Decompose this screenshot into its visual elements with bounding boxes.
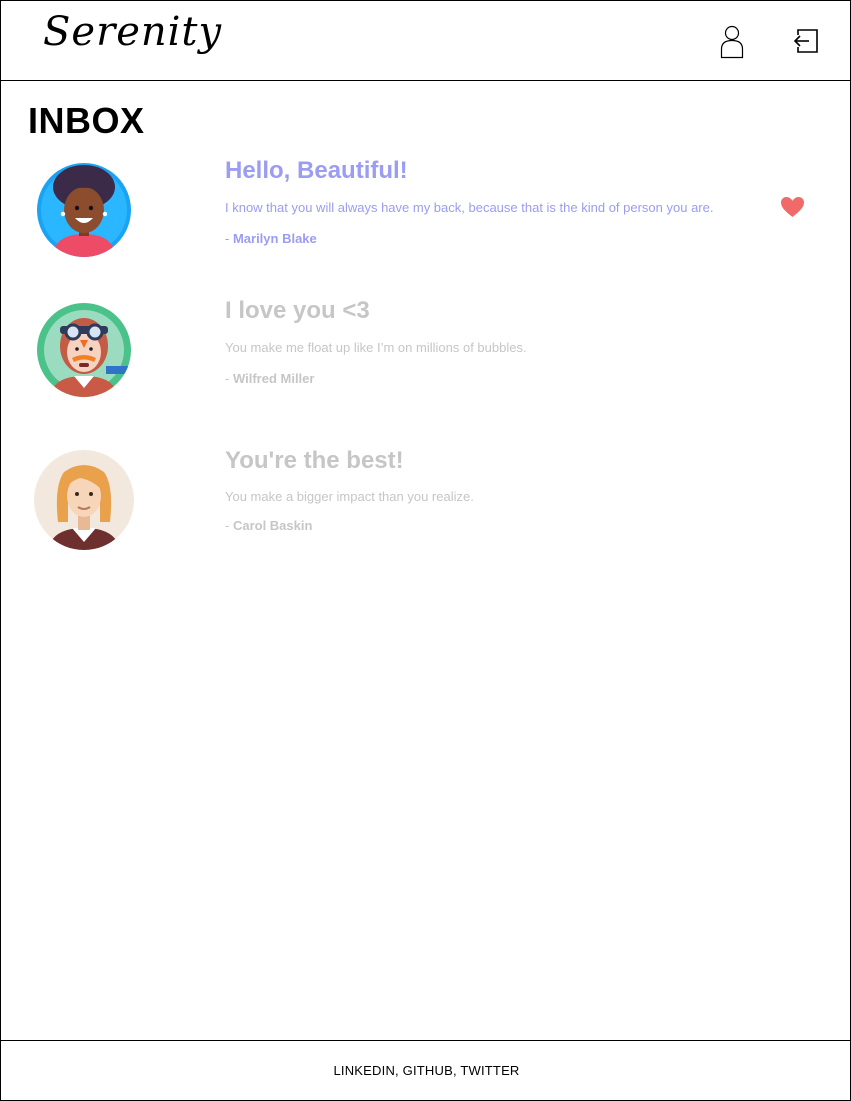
avatar <box>37 303 131 397</box>
message-author: - Wilfred Miller <box>225 371 314 386</box>
message-title: You're the best! <box>225 447 404 474</box>
author-name: Wilfred Miller <box>232 371 315 386</box>
message-author: - Marilyn Blake <box>225 231 317 246</box>
message-item[interactable]: I love you <3 You make me float up like … <box>0 297 851 430</box>
avatar <box>34 450 134 550</box>
logout-icon <box>793 29 818 53</box>
heart-icon[interactable] <box>780 196 805 218</box>
footer-link-github[interactable]: GITHUB <box>403 1063 453 1078</box>
message-item[interactable]: Hello, Beautiful! I know that you will a… <box>0 157 851 290</box>
app-logo[interactable]: Serenity <box>43 9 222 55</box>
profile-icon <box>720 25 744 59</box>
message-body: You make me float up like I’m on million… <box>225 340 527 355</box>
logout-button[interactable] <box>792 27 820 55</box>
avatar <box>37 163 131 257</box>
author-name: Marilyn Blake <box>232 231 317 246</box>
footer-link-linkedin[interactable]: LINKEDIN <box>333 1063 395 1078</box>
app-footer: LINKEDIN, GITHUB, TWITTER <box>0 1040 851 1101</box>
author-dash: - <box>225 371 233 386</box>
author-dash: - <box>225 231 233 246</box>
message-author: - Carol Baskin <box>225 518 312 533</box>
page-title: INBOX <box>28 100 145 141</box>
author-name: Carol Baskin <box>232 518 313 533</box>
message-title: Hello, Beautiful! <box>225 157 408 184</box>
message-title: I love you <3 <box>225 297 370 324</box>
footer-link-twitter[interactable]: TWITTER <box>460 1063 519 1078</box>
profile-button[interactable] <box>719 25 745 59</box>
footer-links: LINKEDIN, GITHUB, TWITTER <box>1 1063 851 1078</box>
message-item[interactable]: You're the best! You make a bigger impac… <box>0 447 851 580</box>
author-dash: - <box>225 518 233 533</box>
app-header: Serenity <box>0 0 851 81</box>
message-body: You make a bigger impact than you realiz… <box>225 489 474 504</box>
message-body: I know that you will always have my back… <box>225 200 714 215</box>
footer-separator: , <box>395 1063 403 1078</box>
